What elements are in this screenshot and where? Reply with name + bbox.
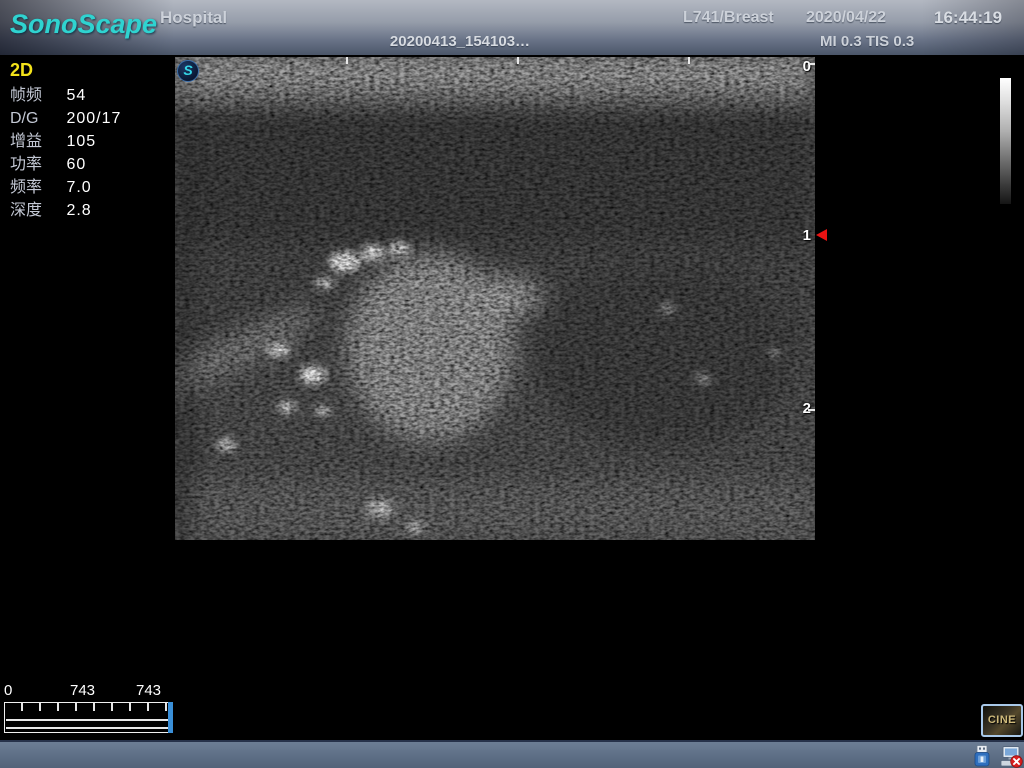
ruler-tick bbox=[688, 57, 690, 64]
top-status-bar: SonoScape Hospital 20200413_154103… L741… bbox=[0, 0, 1024, 55]
usb-device-icon[interactable] bbox=[970, 744, 994, 768]
hospital-name: Hospital bbox=[160, 8, 227, 28]
param-value: 2.8 bbox=[66, 202, 91, 219]
patient-id: 20200413_154103… bbox=[360, 33, 560, 50]
param-value: 60 bbox=[66, 156, 86, 173]
cine-frame-scale[interactable]: 0 743 743 bbox=[2, 682, 178, 734]
ruler-tick bbox=[808, 409, 815, 411]
cine-scale-start: 0 bbox=[4, 682, 12, 699]
ruler-tick bbox=[517, 57, 519, 64]
param-label: 功率 bbox=[10, 153, 62, 176]
focus-marker-icon[interactable] bbox=[816, 229, 827, 241]
cine-scale-end: 743 bbox=[136, 682, 161, 699]
cine-scale-rail bbox=[6, 719, 170, 729]
param-label: 帧频 bbox=[10, 84, 62, 107]
mi-tis-values: MI 0.3 TIS 0.3 bbox=[820, 33, 914, 50]
acquisition-parameter-panel: 2D 帧频 54 D/G 200/17 增益 105 功率 60 频率 7.0 … bbox=[10, 60, 170, 222]
network-disconnected-icon[interactable] bbox=[999, 744, 1023, 768]
imaging-mode-label: 2D bbox=[10, 60, 170, 81]
param-row-frame-rate: 帧频 54 bbox=[10, 84, 170, 107]
param-value: 200/17 bbox=[66, 110, 121, 127]
probe-orientation-marker: S bbox=[177, 60, 199, 82]
ruler-tick bbox=[346, 57, 348, 64]
param-label: D/G bbox=[10, 107, 62, 130]
probe-preset: L741/Breast bbox=[683, 9, 774, 27]
cine-scale-mid: 743 bbox=[70, 682, 95, 699]
sonoscape-logo: SonoScape bbox=[10, 9, 157, 40]
param-value: 54 bbox=[66, 87, 86, 104]
param-row-dynamic-range: D/G 200/17 bbox=[10, 107, 170, 130]
exam-date: 2020/04/22 bbox=[806, 9, 886, 27]
param-row-power: 功率 60 bbox=[10, 153, 170, 176]
ruler-tick bbox=[808, 63, 815, 65]
param-value: 7.0 bbox=[66, 179, 91, 196]
param-label: 深度 bbox=[10, 199, 62, 222]
depth-ruler-0cm: 0 bbox=[797, 58, 811, 75]
param-label: 频率 bbox=[10, 176, 62, 199]
param-row-depth: 深度 2.8 bbox=[10, 199, 170, 222]
param-row-gain: 增益 105 bbox=[10, 130, 170, 153]
param-label: 增益 bbox=[10, 130, 62, 153]
cine-scale-ticks bbox=[5, 703, 171, 711]
param-row-frequency: 频率 7.0 bbox=[10, 176, 170, 199]
param-value: 105 bbox=[66, 133, 96, 150]
depth-ruler-1cm: 1 bbox=[797, 227, 811, 244]
cine-scale-track[interactable] bbox=[4, 702, 172, 733]
ultrasound-speckle bbox=[175, 57, 815, 540]
ultrasound-b-mode-image[interactable]: S 0 1 2 bbox=[175, 57, 815, 540]
grayscale-bar bbox=[1000, 78, 1011, 204]
ultrasound-system-screen: SonoScape Hospital 20200413_154103… L741… bbox=[0, 0, 1024, 768]
taskbar bbox=[0, 740, 1024, 768]
cine-button[interactable]: CINE bbox=[981, 704, 1023, 737]
cine-position-cursor[interactable] bbox=[168, 702, 173, 733]
exam-time: 16:44:19 bbox=[934, 8, 1002, 28]
